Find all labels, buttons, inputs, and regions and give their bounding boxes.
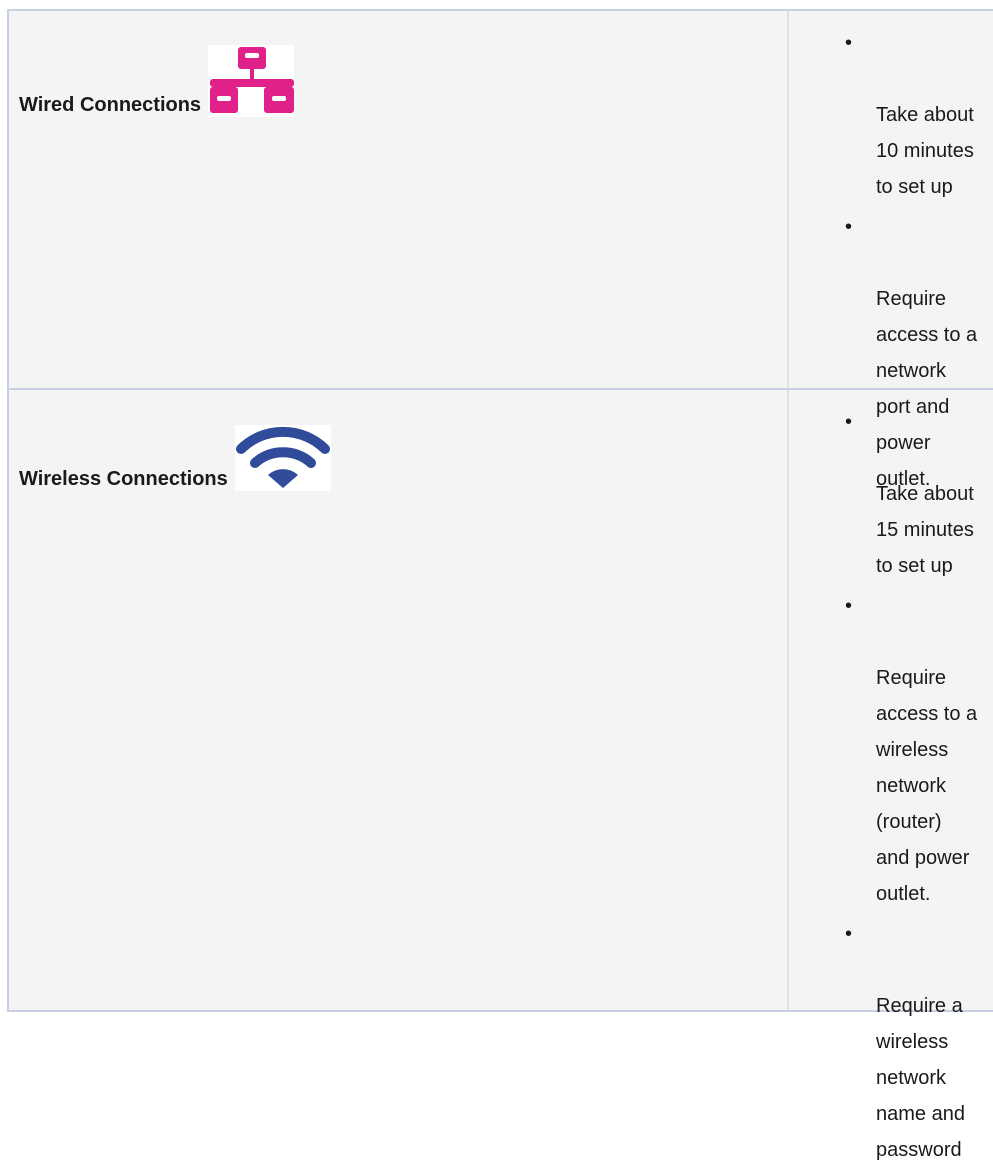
- list-item: • Require a wireless network name and pa…: [839, 916, 993, 1168]
- table-cell-details: • Take about 10 minutes to set up • Requ…: [789, 11, 993, 490]
- list-item: • Require access to a wireless network (…: [839, 588, 993, 912]
- list-item-text: Take about 15 minutes to set up: [876, 483, 974, 577]
- bullet-icon: •: [845, 216, 853, 238]
- table-cell-label: Wired Connections: [9, 11, 789, 388]
- label-group: Wireless Connections: [19, 425, 331, 491]
- list-item: • Take about 10 minutes to set up: [839, 25, 993, 205]
- table-row-wired: Wired Connections • Take about 10 minute…: [9, 11, 993, 490]
- wifi-icon: [234, 425, 331, 491]
- list-item: • Take about 15 minutes to set up: [839, 404, 993, 584]
- table-row-wireless: Wireless Connections • Take about 15 min…: [9, 390, 993, 1161]
- connections-table: Wired Connections • Take about 10 minute…: [7, 9, 993, 1161]
- label-group: Wired Connections: [19, 45, 295, 117]
- table-cell-label: Wireless Connections: [9, 390, 789, 1010]
- table-cell-details: • Take about 15 minutes to set up • Requ…: [789, 390, 993, 1161]
- list-item-text: Take about 10 minutes to set up: [876, 104, 974, 198]
- wireless-details-list: • Take about 15 minutes to set up • Requ…: [839, 404, 993, 1172]
- bullet-icon: •: [845, 32, 853, 54]
- network-icon: [208, 45, 295, 117]
- list-item-text: Require access to a wireless network (ro…: [876, 667, 978, 905]
- bullet-icon: •: [845, 595, 853, 617]
- wireless-connections-label: Wireless Connections: [19, 468, 228, 490]
- bullet-icon: •: [845, 411, 853, 433]
- list-item-text: Require a wireless network name and pass…: [876, 995, 965, 1161]
- bullet-icon: •: [845, 923, 853, 945]
- wired-connections-label: Wired Connections: [19, 94, 202, 116]
